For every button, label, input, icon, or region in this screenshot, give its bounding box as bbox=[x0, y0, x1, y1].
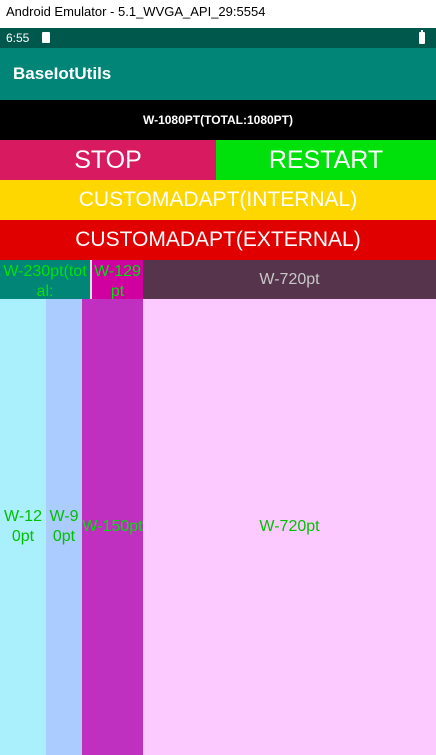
status-time: 6:55 bbox=[6, 31, 30, 45]
status-bar: 6:55 bbox=[0, 28, 436, 48]
total-width-label: W-1080PT(TOTAL:1080PT) bbox=[0, 100, 436, 140]
app-title: BaseIotUtils bbox=[13, 64, 112, 83]
app-toolbar: BaseIotUtils bbox=[0, 48, 436, 100]
custom-adapt-external-button[interactable]: CUSTOMADAPT(EXTERNAL) bbox=[0, 220, 436, 260]
stop-button[interactable]: STOP bbox=[0, 140, 216, 180]
row1-cell-230pt: W-230pt(total: bbox=[0, 260, 90, 299]
sd-card-icon bbox=[42, 32, 50, 43]
custom-adapt-internal-button[interactable]: CUSTOMADAPT(INTERNAL) bbox=[0, 180, 436, 220]
row2-cell-90pt: W-90pt bbox=[46, 299, 82, 755]
restart-button[interactable]: RESTART bbox=[216, 140, 436, 180]
row2-cell-150pt: W-150pt bbox=[82, 299, 143, 755]
emulator-window-title: Android Emulator - 5.1_WVGA_API_29:5554 bbox=[0, 0, 436, 28]
row2-cell-720pt: W-720pt bbox=[143, 299, 436, 755]
battery-icon bbox=[419, 32, 425, 44]
row1-cell-720pt: W-720pt bbox=[143, 260, 436, 299]
row2-cell-120pt: W-120pt bbox=[0, 299, 46, 755]
row1-cell-129pt: W-129pt bbox=[92, 260, 143, 299]
